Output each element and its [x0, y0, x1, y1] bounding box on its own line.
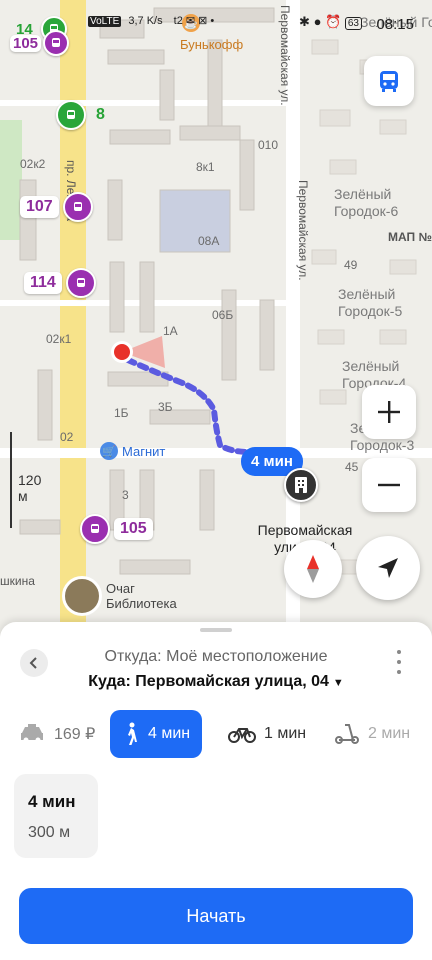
street-label: МАП № — [388, 230, 432, 244]
volte-badge: VoLTE — [88, 16, 122, 27]
alarm-icon: ⏰ — [325, 14, 342, 29]
start-button[interactable]: Начать — [19, 888, 413, 944]
building-number: 02к2 — [20, 157, 46, 171]
building-number: 02к1 — [46, 332, 72, 346]
network-speed: 3,7 K/s — [128, 15, 163, 27]
library-photo-icon — [62, 576, 102, 616]
building-number: 3 — [122, 488, 129, 502]
route-number: 105 — [114, 518, 153, 540]
route-to-label: Куда: Первомайская улица, 04 — [88, 673, 329, 690]
bus-icon — [380, 71, 398, 92]
mode-label: 1 мин — [264, 725, 307, 742]
scale-bar — [10, 432, 12, 528]
compass-icon — [307, 555, 319, 583]
library-label: Очаг Библиотека — [106, 581, 177, 611]
transport-layer-button[interactable] — [364, 56, 414, 106]
route-time: 4 мин — [28, 792, 76, 811]
route-from[interactable]: Откуда: Моё местоположение — [0, 648, 432, 666]
library-poi[interactable]: Очаг Библиотека — [62, 576, 186, 616]
building-number: 1А — [163, 324, 178, 338]
building-number: 45 — [345, 460, 359, 474]
map-scale: 120 м — [10, 432, 41, 528]
network-indicator: VoLTE 3,7 K/s t2 ✉ ⊠ • — [88, 14, 214, 27]
route-number: 107 — [20, 196, 59, 218]
mode-bike[interactable]: 1 мин — [228, 710, 306, 758]
magnit-label: Магнит — [122, 443, 166, 459]
building-number: 1Б — [114, 406, 129, 420]
caret-down-icon: ▼ — [332, 677, 344, 689]
minus-icon — [378, 483, 400, 487]
route-to[interactable]: Куда: Первомайская улица, 04 ▼ — [0, 673, 432, 691]
transport-modes: 169 ₽ 4 мин 1 мин 2 мин — [0, 710, 432, 758]
battery-icon: 63 — [344, 17, 362, 30]
drag-handle[interactable] — [200, 628, 232, 632]
system-icons: ✱ ● ⏰ 63 — [299, 14, 362, 30]
plus-icon — [378, 401, 400, 423]
route-number: 114 — [24, 272, 62, 294]
scale-label: 120 м — [18, 472, 42, 504]
more-vert-icon[interactable] — [396, 650, 402, 674]
destination-building-icon[interactable] — [284, 468, 318, 502]
transit-stop[interactable]: 107 — [20, 192, 93, 222]
zoom-in-button[interactable] — [362, 385, 416, 439]
shopping-basket-icon: 🛒 — [100, 442, 118, 460]
clock: 08:15 — [376, 16, 414, 33]
tele2-icon: t2 ✉ ⊠ • — [173, 15, 215, 27]
location-icon: ● — [313, 14, 322, 29]
building-number: 08А — [198, 234, 220, 248]
navigation-arrow-icon — [378, 558, 398, 578]
building-number: 3Б — [158, 400, 173, 414]
transit-stop[interactable]: 114 — [24, 268, 96, 298]
building-number: 010 — [258, 138, 279, 152]
street-label: шкина — [0, 574, 35, 588]
scooter-icon — [335, 724, 359, 744]
route-number: 8 — [96, 106, 105, 123]
compass-button[interactable] — [284, 540, 342, 598]
mode-label: 4 мин — [148, 725, 191, 742]
bus-stop-icon — [56, 100, 86, 130]
mode-taxi[interactable]: 169 ₽ — [18, 710, 95, 758]
route-panel: Откуда: Моё местоположение Куда: Первома… — [0, 622, 432, 960]
mode-scooter[interactable]: 2 мин — [334, 710, 410, 758]
route-distance: 300 м — [28, 824, 71, 841]
mode-walk[interactable]: 4 мин — [110, 710, 203, 758]
taxi-icon — [21, 724, 43, 743]
my-location-button[interactable] — [356, 536, 420, 600]
status-bar: VoLTE 3,7 K/s t2 ✉ ⊠ • ✱ ● ⏰ 63 08:15 — [0, 0, 432, 48]
mode-label: 2 мин — [368, 725, 411, 742]
street-label: Первомайская ул. — [296, 180, 310, 281]
district-label: Зелёный Городок-6 — [334, 186, 399, 219]
transit-stop[interactable]: 8 — [56, 100, 111, 130]
bus-stop-icon — [80, 514, 110, 544]
route-option-card[interactable]: 4 мин 300 м — [14, 774, 98, 858]
building-number: 49 — [344, 258, 358, 272]
walk-icon — [128, 722, 137, 745]
zoom-out-button[interactable] — [362, 458, 416, 512]
bus-stop-icon — [65, 268, 96, 298]
transit-stop[interactable]: 105 — [80, 514, 153, 544]
map-view[interactable]: 02к2 8к1 010 08А 1А 06Б 02к1 1Б 3Б 02 3 … — [0, 0, 432, 640]
district-label: Зелёный Городок-5 — [338, 286, 403, 319]
building-number: 06Б — [212, 308, 234, 322]
bus-stop-icon — [62, 192, 93, 222]
magnit-poi[interactable]: 🛒 Магнит — [100, 442, 165, 460]
bike-icon — [228, 728, 256, 743]
building-number: 8к1 — [196, 160, 215, 174]
bluetooth-icon: ✱ — [299, 14, 310, 29]
mode-label: 169 ₽ — [54, 726, 96, 743]
building-number: 02 — [60, 430, 74, 444]
